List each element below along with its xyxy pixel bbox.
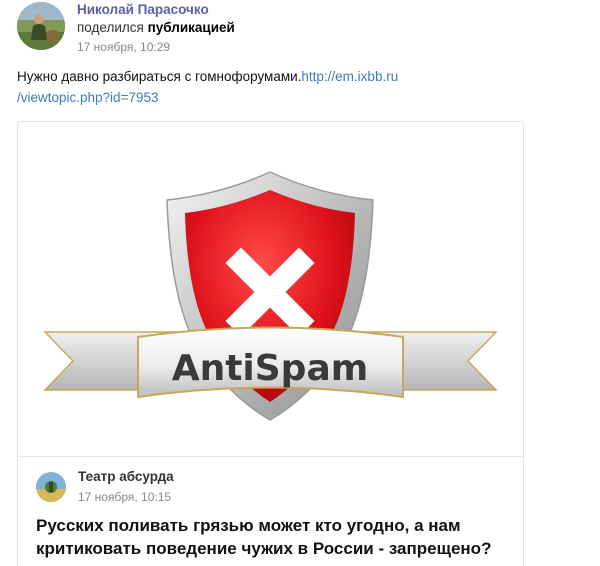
post-header: Николай Парасочко поделился публикацией …	[17, 2, 235, 54]
group-timestamp: 17 ноября, 10:15	[78, 489, 172, 504]
shared-publication-card[interactable]: AntiSpam Театр абсурда 17 ноября, 10:15	[17, 121, 524, 566]
feed-post: Николай Парасочко поделился публикацией …	[0, 0, 600, 566]
shared-action-line: поделился публикацией	[77, 20, 235, 37]
antispam-logo-text: AntiSpam	[172, 348, 369, 389]
author-avatar[interactable]	[17, 2, 65, 50]
post-text-body: Нужно давно разбираться с гомнофорумами.	[17, 69, 302, 84]
group-row: Театр абсурда 17 ноября, 10:15	[36, 469, 174, 505]
post-text: Нужно давно разбираться с гомнофорумами.…	[17, 66, 437, 108]
author-name-link[interactable]: Николай Парасочко	[77, 2, 235, 19]
post-link-line2: /viewtopic.php?id=7953	[17, 90, 159, 105]
antispam-shield-icon: AntiSpam	[43, 171, 498, 421]
shared-action-prefix: поделился	[77, 19, 144, 35]
group-avatar-photo-icon	[36, 472, 66, 502]
group-name-link[interactable]: Театр абсурда	[78, 469, 174, 486]
author-meta: Николай Парасочко поделился публикацией …	[77, 2, 235, 55]
card-image[interactable]: AntiSpam	[18, 122, 523, 457]
post-link-line1: http://em.ixbb.ru	[301, 69, 399, 84]
post-timestamp[interactable]: 17 ноября, 10:29	[77, 40, 235, 55]
card-title[interactable]: Русских поливать грязью может кто угодно…	[36, 514, 506, 560]
group-meta: Театр абсурда 17 ноября, 10:15	[78, 469, 174, 505]
card-footer: Театр абсурда 17 ноября, 10:15 Русских п…	[18, 458, 523, 566]
author-avatar-photo-icon	[17, 2, 65, 50]
group-avatar[interactable]	[36, 472, 66, 502]
shared-action-object[interactable]: публикацией	[148, 20, 235, 35]
